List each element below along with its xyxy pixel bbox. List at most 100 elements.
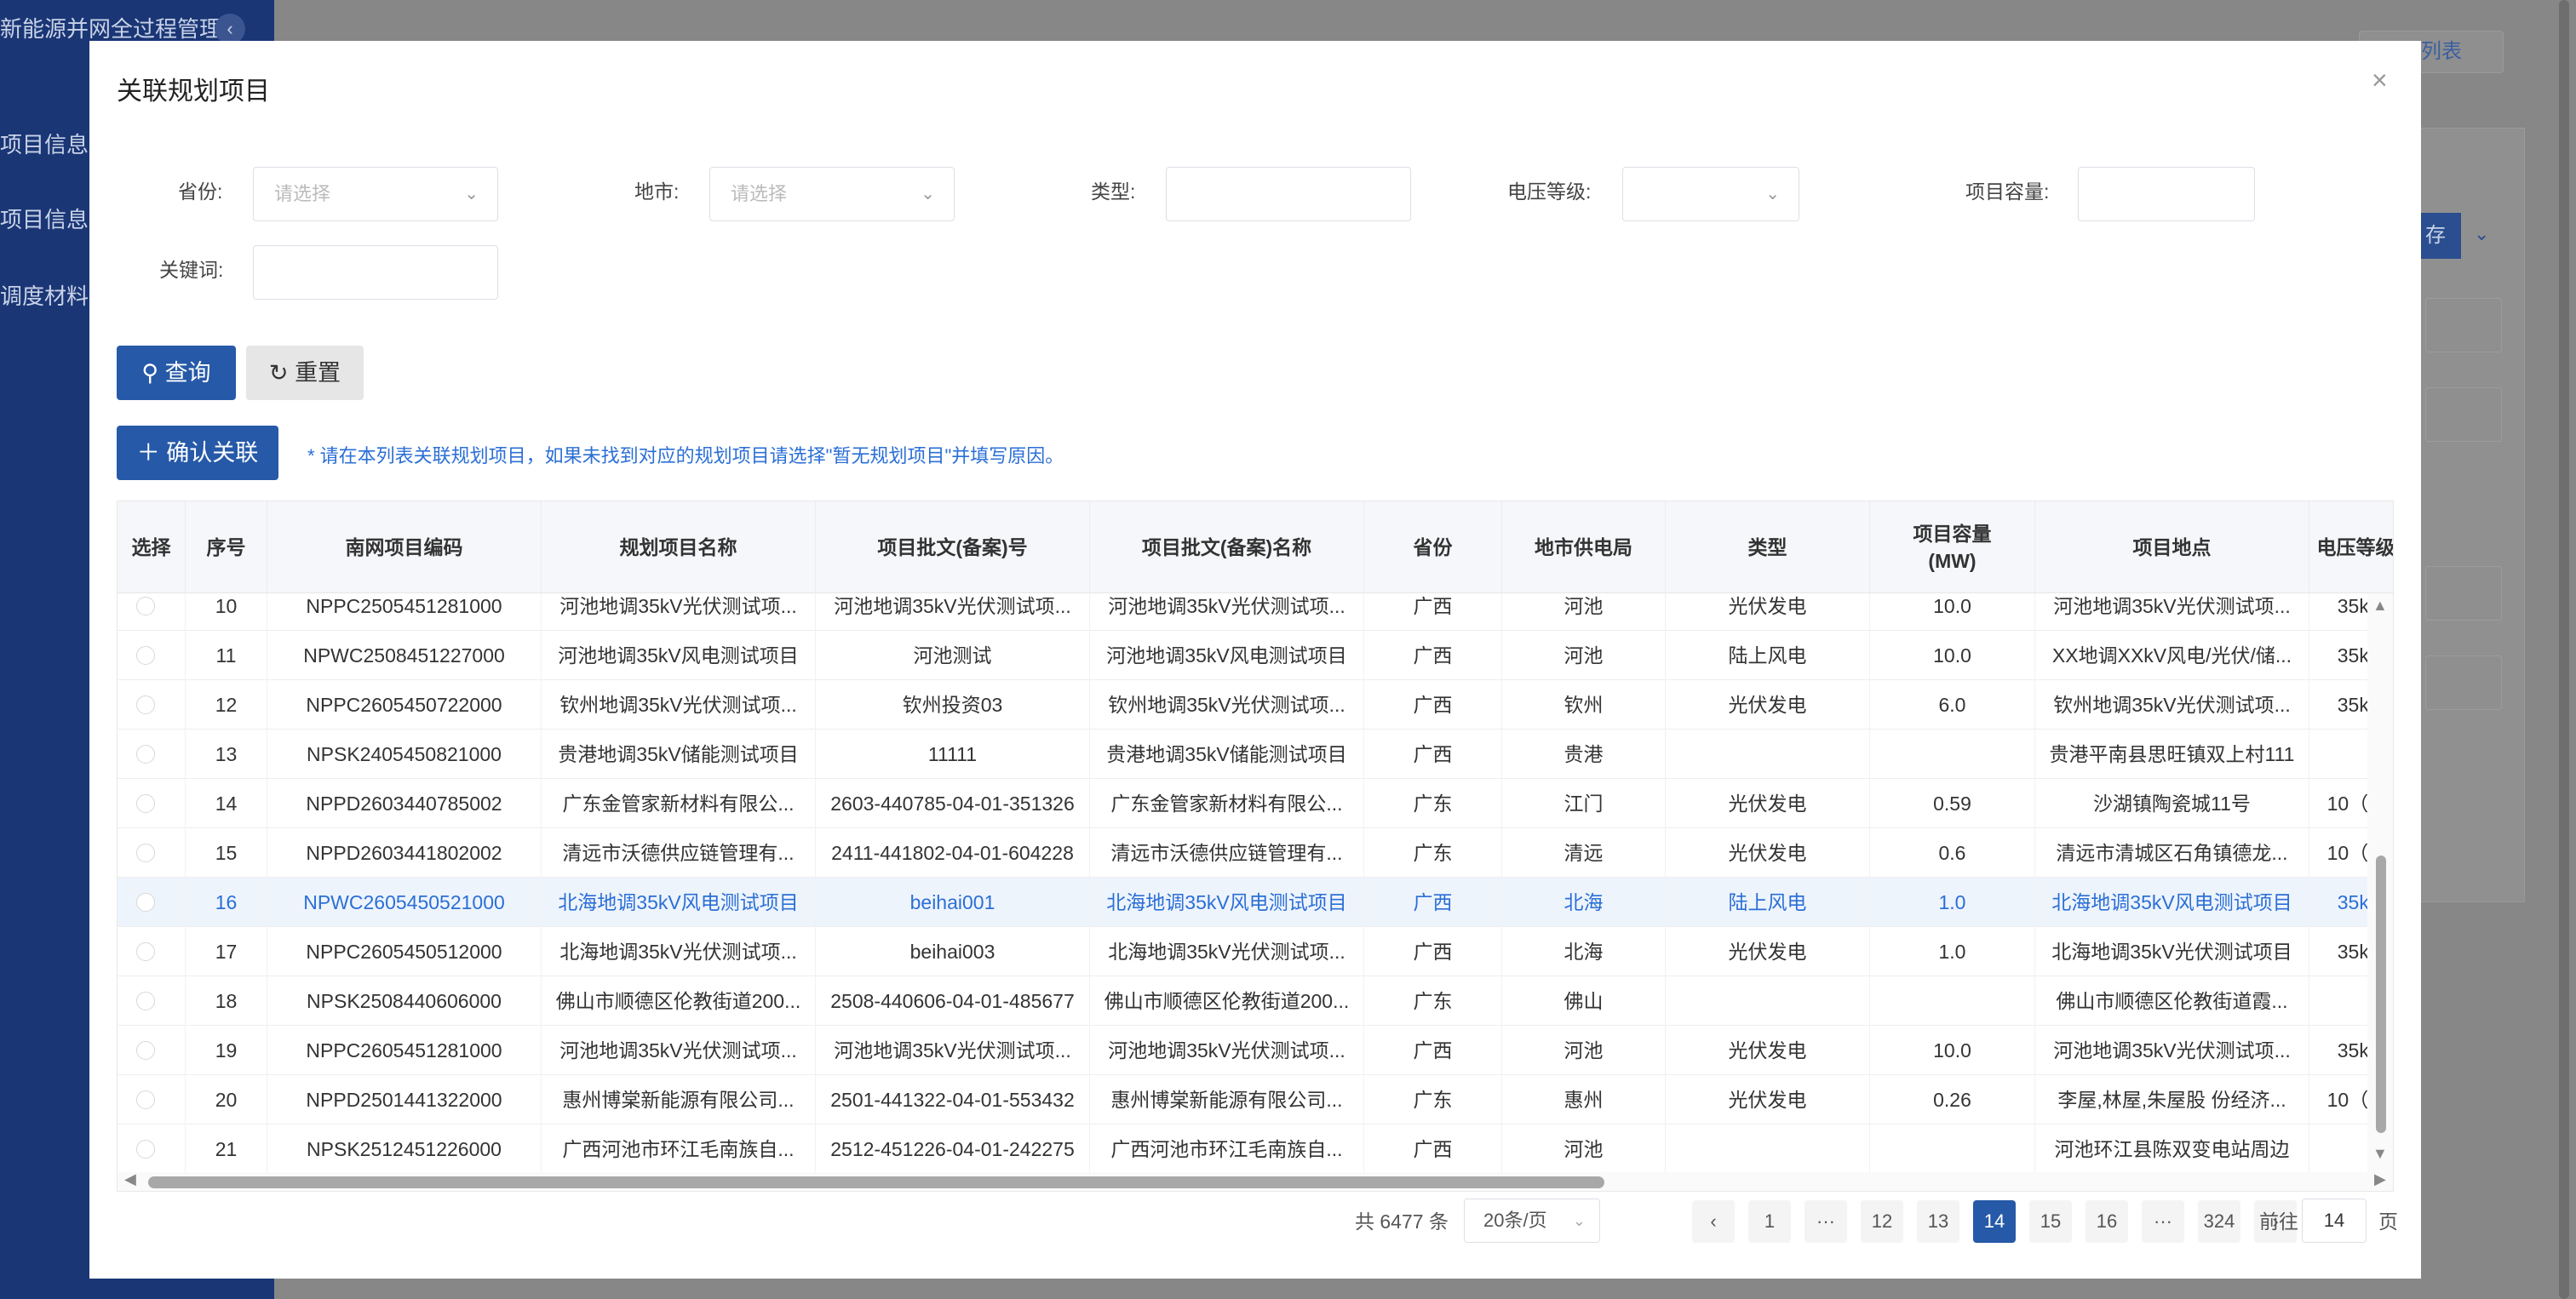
cell-select bbox=[118, 1124, 186, 1172]
goto-page-input[interactable]: 14 bbox=[2302, 1199, 2367, 1243]
table-row[interactable]: 13 NPSK2405450821000 贵港地调35kV储能测试项目 11111 贵港… bbox=[118, 730, 2393, 779]
table-row[interactable]: 19 NPPC2605451281000 河池地调35kV光伏测试项... 河池地调3… bbox=[118, 1026, 2393, 1075]
cell-index: 11 bbox=[186, 631, 267, 680]
city-select[interactable]: 请选择 ⌄ bbox=[709, 167, 955, 221]
horizontal-scrollbar-thumb[interactable] bbox=[148, 1176, 1604, 1188]
sidebar-item-project-info-2[interactable]: 项目信息 bbox=[0, 203, 89, 234]
cell-province: 广西 bbox=[1364, 593, 1502, 631]
table-row[interactable]: 17 NPPC2605450512000 北海地调35kV光伏测试项... beiha… bbox=[118, 927, 2393, 976]
column-header-voltage: 电压等级 bbox=[2309, 501, 2394, 593]
cell-capacity bbox=[1870, 1124, 2035, 1172]
cell-approval-no: beihai003 bbox=[816, 927, 1090, 976]
cell-approval-name: 贵港地调35kV储能测试项目 bbox=[1090, 730, 1364, 779]
row-select-radio[interactable] bbox=[136, 794, 155, 813]
more-pages-icon[interactable]: ··· bbox=[2142, 1200, 2184, 1243]
province-placeholder: 请选择 bbox=[274, 183, 331, 204]
keyword-input[interactable] bbox=[253, 245, 498, 300]
page-scrollbar-thumb[interactable] bbox=[2559, 0, 2569, 1299]
table-row[interactable]: 18 NPSK2508440606000 佛山市顺德区伦教街道200... 2508-… bbox=[118, 976, 2393, 1026]
row-select-radio[interactable] bbox=[136, 844, 155, 862]
table-vertical-scrollbar[interactable]: ▲ ▼ bbox=[2367, 593, 2393, 1172]
scroll-right-icon[interactable]: ▶ bbox=[2374, 1170, 2386, 1188]
column-header-approval-name: 项目批文(备案)名称 bbox=[1090, 501, 1364, 593]
voltage-select[interactable]: ⌄ bbox=[1622, 167, 1799, 221]
cell-plan-name: 北海地调35kV光伏测试项... bbox=[542, 927, 816, 976]
type-input[interactable] bbox=[1166, 167, 1411, 221]
table-row[interactable]: 20 NPPD2501441322000 惠州博棠新能源有限公司... 2501-44… bbox=[118, 1075, 2393, 1124]
page-suffix: 页 bbox=[2378, 1210, 2398, 1233]
province-select[interactable]: 请选择 ⌄ bbox=[253, 167, 498, 221]
cell-project-code: NPPC2605451281000 bbox=[267, 1026, 542, 1075]
cell-index: 20 bbox=[186, 1075, 267, 1124]
page-button-12[interactable]: 12 bbox=[1861, 1200, 1903, 1243]
cell-approval-name: 惠州博棠新能源有限公司... bbox=[1090, 1075, 1364, 1124]
cell-location: 钦州地调35kV光伏测试项... bbox=[2035, 680, 2309, 730]
row-select-radio[interactable] bbox=[136, 695, 155, 714]
prev-page-icon[interactable]: ‹ bbox=[1692, 1200, 1735, 1243]
row-select-radio[interactable] bbox=[136, 597, 155, 615]
cell-plan-name: 北海地调35kV风电测试项目 bbox=[542, 878, 816, 927]
cell-type: 光伏发电 bbox=[1666, 1026, 1870, 1075]
cell-location: 清远市清城区石角镇德龙... bbox=[2035, 828, 2309, 878]
chevron-down-icon: ⌄ bbox=[921, 185, 935, 203]
table-row[interactable]: 10 NPPC2505451281000 河池地调35kV光伏测试项... 河池地调3… bbox=[118, 593, 2393, 631]
table-row[interactable]: 15 NPPD2603441802002 清远市沃德供应链管理有... 2411-44… bbox=[118, 828, 2393, 878]
link-plan-project-dialog: 关联规划项目 × 省份: 请选择 ⌄ 地市: 请选择 ⌄ 类型: 电压等级: ⌄… bbox=[89, 41, 2421, 1279]
background-field bbox=[2425, 298, 2502, 352]
scroll-down-icon[interactable]: ▼ bbox=[2372, 1145, 2388, 1163]
row-select-radio[interactable] bbox=[136, 1041, 155, 1060]
table-row[interactable]: 12 NPPC2605450722000 钦州地调35kV光伏测试项... 钦州投资0… bbox=[118, 680, 2393, 730]
row-select-radio[interactable] bbox=[136, 1090, 155, 1109]
page-button-13[interactable]: 13 bbox=[1917, 1200, 1959, 1243]
page-button-15[interactable]: 15 bbox=[2029, 1200, 2072, 1243]
chevron-down-icon: ⌄ bbox=[1572, 1212, 1586, 1229]
table-horizontal-scrollbar[interactable]: ◀ ▶ bbox=[118, 1170, 2393, 1191]
row-select-radio[interactable] bbox=[136, 942, 155, 961]
cell-plan-name: 广西河池市环江毛南族自... bbox=[542, 1124, 816, 1172]
row-select-radio[interactable] bbox=[136, 893, 155, 912]
row-select-radio[interactable] bbox=[136, 745, 155, 764]
table-row[interactable]: 16 NPWC2605450521000 北海地调35kV风电测试项目 beihai0… bbox=[118, 878, 2393, 927]
reset-button[interactable]: ↻ 重置 bbox=[246, 346, 364, 400]
cell-index: 12 bbox=[186, 680, 267, 730]
row-select-radio[interactable] bbox=[136, 1140, 155, 1159]
cell-approval-name: 河池地调35kV风电测试项目 bbox=[1090, 631, 1364, 680]
table-row[interactable]: 11 NPWC2508451227000 河池地调35kV风电测试项目 河池测试 河池地… bbox=[118, 631, 2393, 680]
plan-project-table: 选择 序号 南网项目编码 规划项目名称 项目批文(备案)号 项目批文(备案)名称… bbox=[117, 501, 2394, 1192]
page-button-16[interactable]: 16 bbox=[2085, 1200, 2128, 1243]
collapse-sidebar-icon[interactable]: ‹ bbox=[215, 14, 245, 44]
page-button-14[interactable]: 14 bbox=[1973, 1200, 2016, 1243]
search-icon: ⚲ bbox=[141, 360, 159, 386]
background-field bbox=[2425, 655, 2502, 710]
cell-type: 光伏发电 bbox=[1666, 593, 1870, 631]
scroll-left-icon[interactable]: ◀ bbox=[124, 1170, 136, 1188]
more-pages-icon[interactable]: ··· bbox=[1804, 1200, 1847, 1243]
table-row[interactable]: 14 NPPD2603440785002 广东金管家新材料有限公... 2603-44… bbox=[118, 779, 2393, 828]
cell-plan-name: 清远市沃德供应链管理有... bbox=[542, 828, 816, 878]
cell-project-code: NPPD2501441322000 bbox=[267, 1075, 542, 1124]
cell-approval-name: 佛山市顺德区伦教街道200... bbox=[1090, 976, 1364, 1026]
page-size-select[interactable]: 20条/页 ⌄ bbox=[1464, 1199, 1600, 1243]
cell-city-bureau: 贵港 bbox=[1502, 730, 1666, 779]
chevron-down-icon[interactable]: ⌄ bbox=[2474, 223, 2489, 245]
row-select-radio[interactable] bbox=[136, 992, 155, 1010]
cell-project-code: NPSK2512451226000 bbox=[267, 1124, 542, 1172]
close-icon[interactable]: × bbox=[2372, 65, 2388, 96]
search-button[interactable]: ⚲ 查询 bbox=[117, 346, 236, 400]
plus-icon: ＋ bbox=[136, 440, 160, 466]
page-button-1[interactable]: 1 bbox=[1748, 1200, 1791, 1243]
capacity-input[interactable] bbox=[2078, 167, 2255, 221]
sidebar-item-project-info[interactable]: 项目信息 bbox=[0, 128, 89, 159]
cell-approval-name: 清远市沃德供应链管理有... bbox=[1090, 828, 1364, 878]
column-header-index: 序号 bbox=[186, 501, 267, 593]
row-select-radio[interactable] bbox=[136, 646, 155, 665]
cell-plan-name: 河池地调35kV光伏测试项... bbox=[542, 593, 816, 631]
vertical-scrollbar-thumb[interactable] bbox=[2376, 856, 2386, 1133]
cell-select bbox=[118, 828, 186, 878]
cell-location: 沙湖镇陶瓷城11号 bbox=[2035, 779, 2309, 828]
confirm-link-button[interactable]: ＋ 确认关联 bbox=[117, 426, 278, 480]
table-row[interactable]: 21 NPSK2512451226000 广西河池市环江毛南族自... 2512-45… bbox=[118, 1124, 2393, 1172]
scroll-up-icon[interactable]: ▲ bbox=[2372, 597, 2388, 615]
page-button-324[interactable]: 324 bbox=[2198, 1200, 2240, 1243]
sidebar-item-dispatch-materials[interactable]: 调度材料 bbox=[0, 279, 89, 311]
